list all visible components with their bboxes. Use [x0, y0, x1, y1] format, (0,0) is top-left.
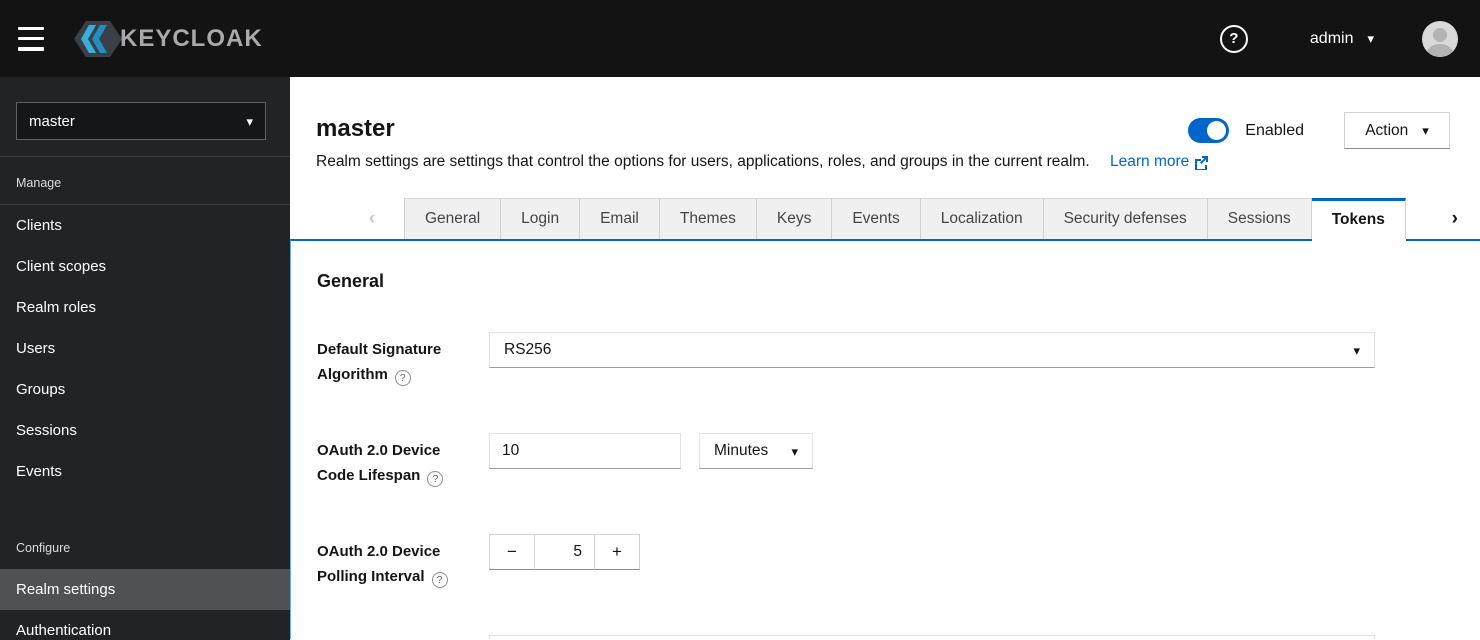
keycloak-logo: KEYCLOAK [72, 17, 263, 61]
tab-events[interactable]: Events [832, 198, 921, 239]
tabs-scroll-right-button[interactable]: › [1431, 198, 1478, 239]
field-label: Default Signature Algorithm? [317, 341, 442, 386]
tab-security-defenses[interactable]: Security defenses [1043, 198, 1208, 239]
sidebar-item-clients[interactable]: Clients [0, 205, 290, 246]
realm-enabled-toggle[interactable] [1188, 118, 1230, 143]
realm-selector[interactable]: master ▾ [16, 102, 266, 140]
header-controls: Enabled Action ▾ [1188, 112, 1450, 149]
realm-settings-tabs: ‹ General Login Email Themes Keys Events… [290, 198, 1480, 239]
device-code-lifespan-input[interactable] [489, 433, 681, 469]
field-label: OAuth 2.0 Device Polling Interval? [317, 539, 469, 589]
device-code-lifespan-unit-select[interactable]: Minutes ▾ [699, 433, 813, 469]
topbar-actions: ? admin ▾ [1219, 20, 1458, 57]
username: admin [1309, 29, 1354, 47]
sidebar-item-authentication[interactable]: Authentication [0, 610, 290, 640]
nav-group-configure: Configure [16, 541, 71, 555]
external-link-icon [1195, 155, 1209, 170]
tab-login[interactable]: Login [501, 198, 581, 239]
sidebar-item-realm-settings[interactable]: Realm settings [0, 569, 290, 610]
tokens-tab-content: General Default Signature Algorithm? RS2… [290, 239, 1480, 639]
learn-more-link[interactable]: Learn more [1110, 153, 1209, 171]
sidebar-item-sessions[interactable]: Sessions [0, 410, 290, 451]
realm-description: Realm settings are settings that control… [316, 153, 1450, 171]
tab-tokens[interactable]: Tokens [1311, 198, 1406, 239]
short-verification-uri-input[interactable] [489, 635, 1375, 639]
tab-general[interactable]: General [404, 198, 502, 239]
sidebar: master ▾ Manage Clients Client scopes Re… [0, 77, 290, 640]
topbar: KEYCLOAK ? admin ▾ [0, 0, 1480, 77]
tab-localization[interactable]: Localization [920, 198, 1044, 239]
chevron-right-icon: › [1451, 207, 1458, 229]
tabs-scroll-left-button[interactable]: ‹ [340, 198, 404, 239]
tab-themes[interactable]: Themes [659, 198, 757, 239]
field-default-signature-algorithm: Default Signature Algorithm? RS256 ▾ [317, 332, 1480, 387]
manage-nav-list: Clients Client scopes Realm roles Users … [0, 205, 290, 492]
brand-text: KEYCLOAK [120, 24, 263, 52]
help-icon[interactable]: ? [1219, 24, 1248, 53]
plus-button[interactable]: + [595, 534, 640, 570]
keycloak-logo-icon [74, 20, 122, 57]
sidebar-item-users[interactable]: Users [0, 328, 290, 369]
caret-down-icon: ▾ [791, 443, 798, 459]
section-title: General [317, 271, 385, 291]
configure-nav-list: Realm settings Authentication [0, 569, 290, 640]
caret-down-icon: ▾ [246, 113, 253, 129]
sidebar-item-groups[interactable]: Groups [0, 369, 290, 410]
chevron-left-icon: ‹ [368, 207, 376, 229]
caret-down-icon: ▾ [1367, 31, 1374, 46]
user-menu[interactable]: admin ▾ [1310, 30, 1374, 48]
realm-selector-section: master ▾ [0, 77, 290, 157]
selected-value: Minutes [714, 442, 769, 459]
main-content: master Realm settings are settings that … [290, 77, 1480, 640]
current-realm: master [29, 112, 75, 130]
field-device-code-lifespan: OAuth 2.0 Device Code Lifespan? Minutes … [317, 433, 1480, 488]
tab-list: General Login Email Themes Keys Events L… [404, 198, 1406, 239]
field-help-icon[interactable]: ? [394, 370, 411, 386]
avatar[interactable] [1422, 20, 1458, 57]
caret-down-icon: ▾ [1353, 342, 1360, 358]
tab-sessions[interactable]: Sessions [1207, 198, 1312, 239]
sidebar-item-realm-roles[interactable]: Realm roles [0, 287, 290, 328]
default-signature-algorithm-select[interactable]: RS256 ▾ [489, 332, 1375, 368]
sidebar-item-client-scopes[interactable]: Client scopes [0, 246, 290, 287]
enabled-label: Enabled [1245, 121, 1304, 139]
field-device-polling-interval: OAuth 2.0 Device Polling Interval? − + [317, 534, 1480, 589]
sidebar-item-events[interactable]: Events [0, 451, 290, 492]
selected-value: RS256 [504, 341, 552, 358]
nav-toggle-icon[interactable] [18, 26, 48, 51]
field-help-icon[interactable]: ? [431, 572, 448, 588]
tab-keys[interactable]: Keys [756, 198, 833, 239]
action-dropdown-button[interactable]: Action ▾ [1344, 112, 1450, 149]
field-short-verification-uri: Short verification_uri in Device Authori… [317, 635, 1480, 639]
nav-group-manage: Manage [0, 157, 290, 205]
field-help-icon[interactable]: ? [427, 471, 444, 487]
polling-interval-value-input[interactable] [534, 534, 595, 570]
realm-description-text: Realm settings are settings that control… [316, 153, 1090, 170]
minus-button[interactable]: − [489, 534, 534, 570]
field-label: OAuth 2.0 Device Code Lifespan? [317, 438, 469, 488]
user-avatar-icon [1426, 27, 1454, 57]
page-header: master Realm settings are settings that … [290, 77, 1480, 198]
tab-email[interactable]: Email [580, 198, 660, 239]
polling-interval-stepper: − + [489, 534, 640, 589]
caret-down-icon: ▾ [1422, 123, 1429, 138]
